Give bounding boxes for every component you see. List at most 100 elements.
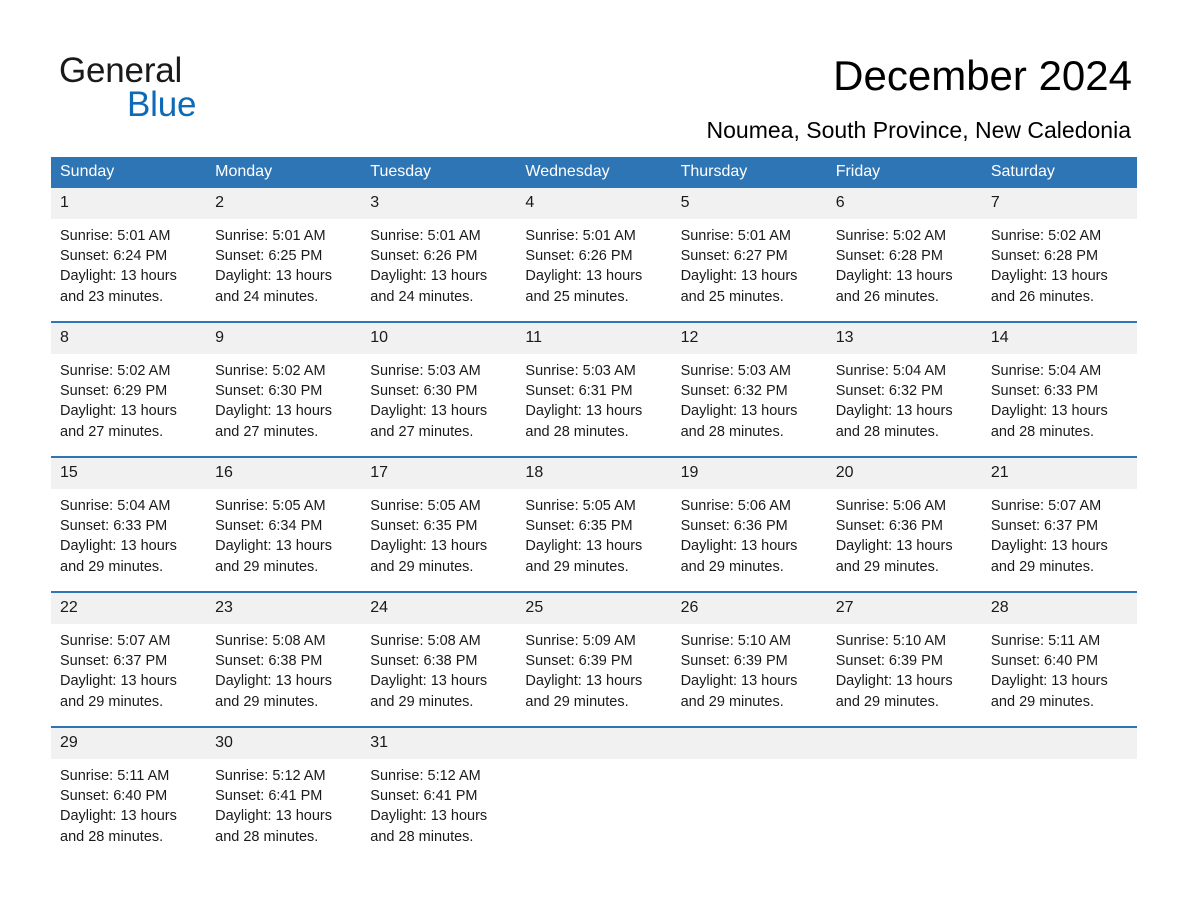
- calendar-page: General Blue December 2024 Noumea, South…: [0, 0, 1188, 918]
- day-details: [827, 759, 982, 766]
- day-cell-empty: [826, 726, 982, 861]
- weekday-header-sunday: Sunday: [51, 157, 207, 188]
- sunset-text: Sunset: 6:38 PM: [215, 653, 323, 670]
- weekday-header-friday: Friday: [826, 157, 982, 188]
- daylight-text-line2: and 27 minutes.: [370, 423, 474, 440]
- sunrise-text: Sunrise: 5:02 AM: [215, 363, 326, 379]
- daylight-text-line2: and 25 minutes.: [525, 288, 629, 305]
- day-cell[interactable]: 5 Sunrise: 5:01 AM Sunset: 6:27 PM Daylight…: [671, 188, 827, 322]
- day-details: Sunrise: 5:12 AM Sunset: 6:41 PM Daylight:…: [206, 759, 361, 847]
- daylight-text-line1: Daylight: 13 hours: [370, 403, 488, 420]
- day-cell[interactable]: 27 Sunrise: 5:10 AM Sunset: 6:39 PM Dayligh…: [826, 591, 982, 727]
- daylight-text-line1: Daylight: 13 hours: [60, 403, 177, 420]
- day-cell[interactable]: 16 Sunrise: 5:05 AM Sunset: 6:34 PM Dayligh…: [206, 456, 362, 592]
- daylight-text-line2: and 23 minutes.: [60, 288, 164, 305]
- day-number: 26: [671, 593, 827, 624]
- daylight-text-line1: Daylight: 13 hours: [370, 808, 488, 825]
- day-cell[interactable]: 25 Sunrise: 5:09 AM Sunset: 6:39 PM Dayligh…: [516, 591, 672, 727]
- day-number: 23: [206, 593, 362, 624]
- daylight-text-line1: Daylight: 13 hours: [370, 673, 488, 690]
- day-number: 11: [516, 323, 672, 354]
- sunset-text: Sunset: 6:39 PM: [525, 653, 633, 670]
- day-number: [671, 728, 827, 759]
- day-cell[interactable]: 6 Sunrise: 5:02 AM Sunset: 6:28 PM Daylight…: [826, 188, 982, 322]
- day-cell-empty: [516, 726, 672, 861]
- day-cell[interactable]: 18 Sunrise: 5:05 AM Sunset: 6:35 PM Dayligh…: [516, 456, 672, 592]
- day-cell[interactable]: 12 Sunrise: 5:03 AM Sunset: 6:32 PM Dayligh…: [671, 321, 827, 457]
- sunrise-text: Sunrise: 5:02 AM: [990, 228, 1102, 244]
- weekday-header-tuesday: Tuesday: [361, 157, 517, 188]
- day-cell[interactable]: 30 Sunrise: 5:12 AM Sunset: 6:41 PM Dayligh…: [206, 726, 362, 861]
- day-number: 2: [206, 188, 362, 219]
- day-number: 30: [206, 728, 362, 759]
- daylight-text-line1: Daylight: 13 hours: [525, 673, 643, 690]
- day-number: 22: [51, 593, 207, 624]
- daylight-text-line1: Daylight: 13 hours: [60, 808, 177, 825]
- day-number: 19: [671, 458, 827, 489]
- day-cell[interactable]: 17 Sunrise: 5:05 AM Sunset: 6:35 PM Dayligh…: [361, 456, 517, 592]
- day-cell[interactable]: 14 Sunrise: 5:04 AM Sunset: 6:33 PM Dayligh…: [981, 321, 1137, 457]
- daylight-text-line2: and 29 minutes.: [680, 558, 784, 575]
- sunset-text: Sunset: 6:36 PM: [835, 518, 943, 535]
- day-cell[interactable]: 13 Sunrise: 5:04 AM Sunset: 6:32 PM Dayligh…: [826, 321, 982, 457]
- day-details: Sunrise: 5:01 AM Sunset: 6:27 PM Daylight:…: [672, 219, 827, 307]
- day-cell[interactable]: 1 Sunrise: 5:01 AM Sunset: 6:24 PM Daylight…: [51, 188, 207, 322]
- sunset-text: Sunset: 6:40 PM: [990, 653, 1099, 670]
- day-details: Sunrise: 5:10 AM Sunset: 6:39 PM Daylight:…: [672, 624, 827, 712]
- day-details: Sunrise: 5:02 AM Sunset: 6:30 PM Daylight:…: [206, 354, 361, 442]
- day-cell[interactable]: 29 Sunrise: 5:11 AM Sunset: 6:40 PM Dayligh…: [51, 726, 207, 861]
- day-cell[interactable]: 11 Sunrise: 5:03 AM Sunset: 6:31 PM Dayligh…: [516, 321, 672, 457]
- day-cell[interactable]: 19 Sunrise: 5:06 AM Sunset: 6:36 PM Dayligh…: [671, 456, 827, 592]
- daylight-text-line2: and 28 minutes.: [60, 828, 164, 845]
- sunset-text: Sunset: 6:33 PM: [60, 518, 168, 535]
- day-number: 10: [361, 323, 517, 354]
- day-number: 12: [671, 323, 827, 354]
- day-cell[interactable]: 31 Sunrise: 5:12 AM Sunset: 6:41 PM Dayligh…: [361, 726, 517, 861]
- day-cell[interactable]: 7 Sunrise: 5:02 AM Sunset: 6:28 PM Daylight…: [981, 188, 1137, 322]
- day-details: Sunrise: 5:03 AM Sunset: 6:31 PM Daylight:…: [516, 354, 671, 442]
- day-number: 14: [981, 323, 1137, 354]
- daylight-text-line1: Daylight: 13 hours: [990, 673, 1108, 690]
- calendar-body: 1 Sunrise: 5:01 AM Sunset: 6:24 PM Daylight…: [51, 188, 1137, 861]
- day-cell-empty: [671, 726, 827, 861]
- day-cell[interactable]: 8 Sunrise: 5:02 AM Sunset: 6:29 PM Daylight…: [51, 321, 207, 457]
- sunrise-text: Sunrise: 5:10 AM: [835, 633, 947, 649]
- daylight-text-line1: Daylight: 13 hours: [370, 538, 488, 555]
- daylight-text-line1: Daylight: 13 hours: [215, 808, 333, 825]
- sunrise-text: Sunrise: 5:06 AM: [835, 498, 947, 514]
- day-cell[interactable]: 22 Sunrise: 5:07 AM Sunset: 6:37 PM Dayligh…: [51, 591, 207, 727]
- day-cell[interactable]: 20 Sunrise: 5:06 AM Sunset: 6:36 PM Dayligh…: [826, 456, 982, 592]
- day-cell[interactable]: 23 Sunrise: 5:08 AM Sunset: 6:38 PM Dayligh…: [206, 591, 362, 727]
- day-cell[interactable]: 3 Sunrise: 5:01 AM Sunset: 6:26 PM Daylight…: [361, 188, 517, 322]
- daylight-text-line2: and 28 minutes.: [215, 828, 319, 845]
- sunrise-text: Sunrise: 5:08 AM: [215, 633, 326, 649]
- daylight-text-line2: and 29 minutes.: [835, 558, 939, 575]
- day-number: 18: [516, 458, 672, 489]
- day-cell[interactable]: 10 Sunrise: 5:03 AM Sunset: 6:30 PM Dayligh…: [361, 321, 517, 457]
- day-cell[interactable]: 9 Sunrise: 5:02 AM Sunset: 6:30 PM Daylight…: [206, 321, 362, 457]
- day-cell[interactable]: 4 Sunrise: 5:01 AM Sunset: 6:26 PM Daylight…: [516, 188, 672, 322]
- sunrise-text: Sunrise: 5:04 AM: [990, 363, 1102, 379]
- day-cell[interactable]: 28 Sunrise: 5:11 AM Sunset: 6:40 PM Dayligh…: [981, 591, 1137, 727]
- sunset-text: Sunset: 6:24 PM: [60, 248, 168, 265]
- day-cell[interactable]: 15 Sunrise: 5:04 AM Sunset: 6:33 PM Dayligh…: [51, 456, 207, 592]
- sunset-text: Sunset: 6:27 PM: [680, 248, 788, 265]
- brand-logo[interactable]: General Blue: [59, 52, 319, 124]
- day-cell[interactable]: 21 Sunrise: 5:07 AM Sunset: 6:37 PM Dayligh…: [981, 456, 1137, 592]
- day-number: 29: [51, 728, 207, 759]
- day-number: 15: [51, 458, 207, 489]
- day-details: Sunrise: 5:02 AM Sunset: 6:29 PM Daylight:…: [51, 354, 206, 442]
- sunrise-text: Sunrise: 5:06 AM: [680, 498, 791, 514]
- day-cell[interactable]: 2 Sunrise: 5:01 AM Sunset: 6:25 PM Daylight…: [206, 188, 362, 322]
- daylight-text-line1: Daylight: 13 hours: [990, 268, 1108, 285]
- weekday-header-thursday: Thursday: [671, 157, 827, 188]
- day-cell[interactable]: 24 Sunrise: 5:08 AM Sunset: 6:38 PM Dayligh…: [361, 591, 517, 727]
- sunset-text: Sunset: 6:35 PM: [370, 518, 478, 535]
- daylight-text-line2: and 24 minutes.: [370, 288, 474, 305]
- day-details: Sunrise: 5:01 AM Sunset: 6:26 PM Daylight:…: [361, 219, 516, 307]
- day-cell[interactable]: 26 Sunrise: 5:10 AM Sunset: 6:39 PM Dayligh…: [671, 591, 827, 727]
- day-number: 6: [826, 188, 982, 219]
- daylight-text-line2: and 29 minutes.: [370, 558, 474, 575]
- day-number: 20: [826, 458, 982, 489]
- daylight-text-line2: and 29 minutes.: [990, 693, 1095, 710]
